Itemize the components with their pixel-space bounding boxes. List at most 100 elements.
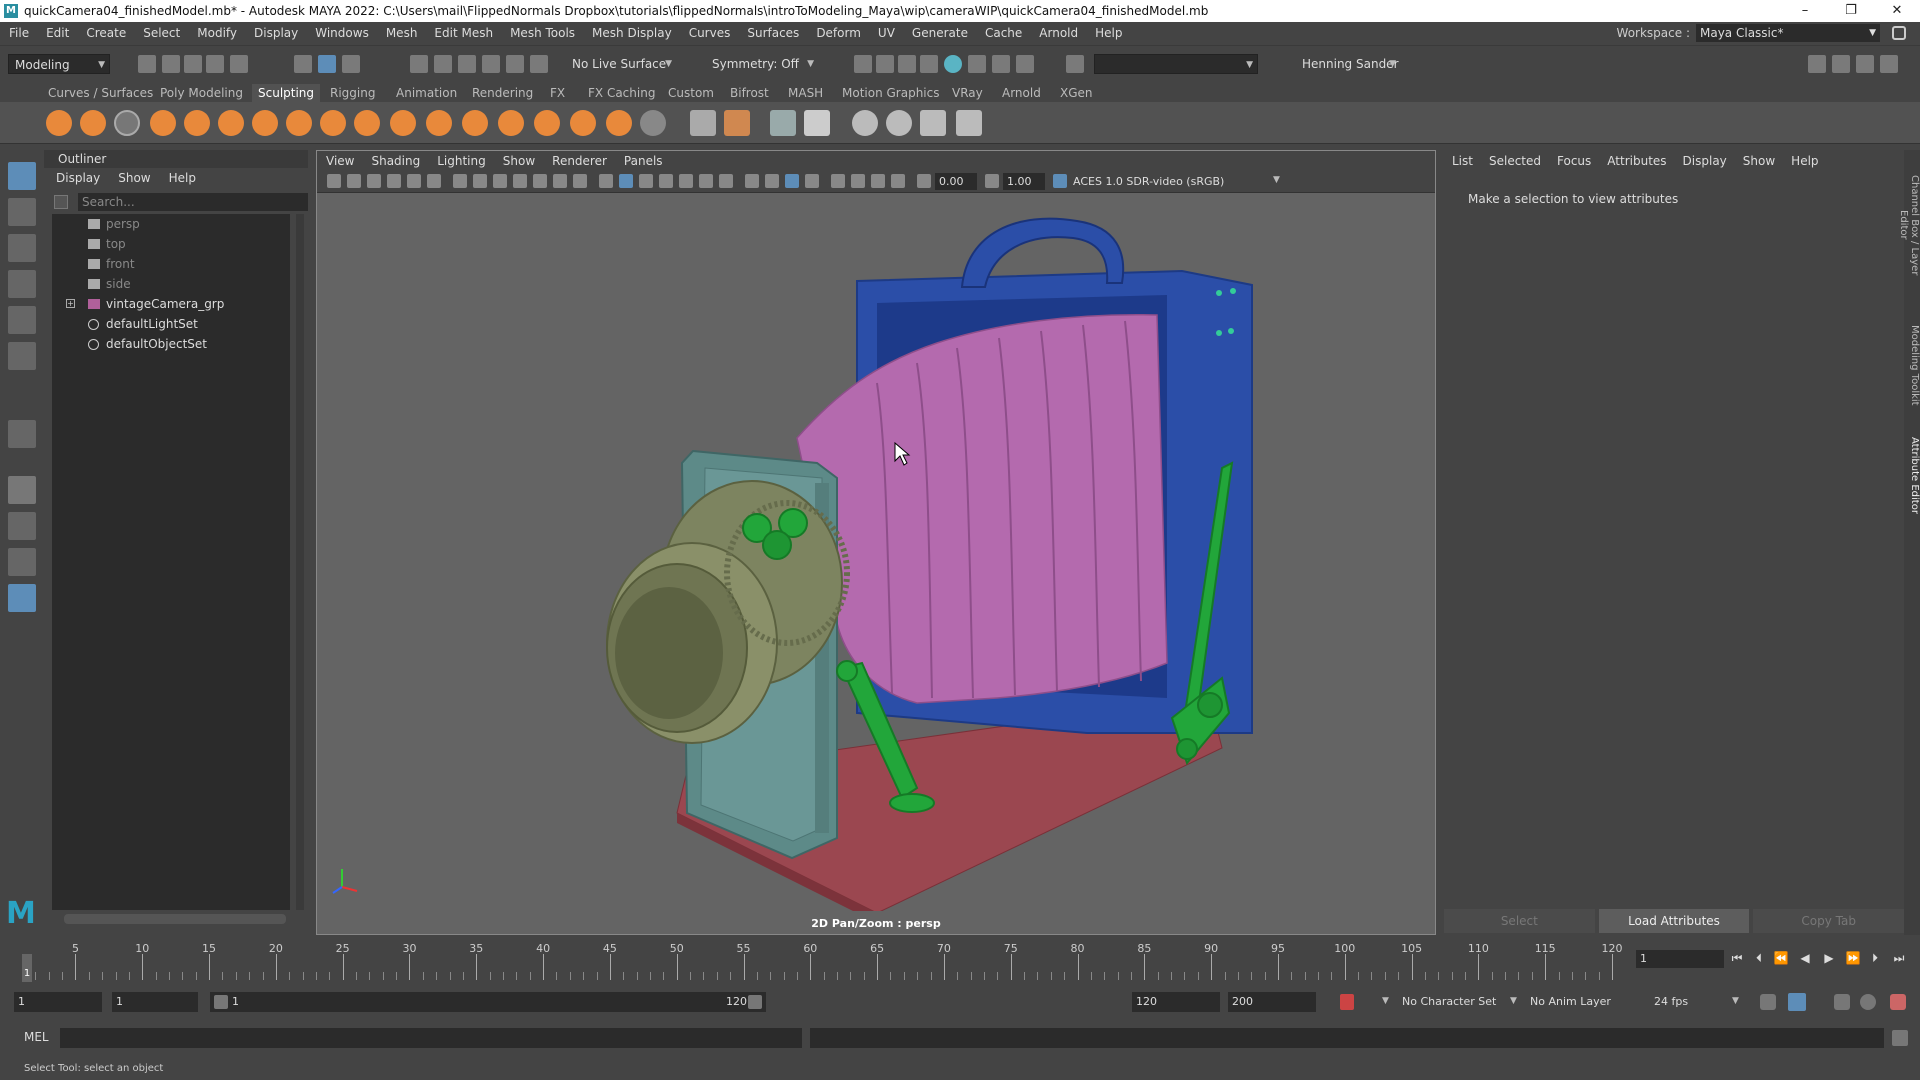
render-settings-icon[interactable] [920,55,938,73]
copy-tab-button[interactable]: Copy Tab [1753,909,1905,933]
outliner-menu-show[interactable]: Show [106,169,156,187]
menu-help[interactable]: Help [1086,26,1130,40]
exposure-field[interactable]: 0.00 [935,173,977,190]
outliner-search-input[interactable]: Search... [78,193,308,211]
viewport-menu-panels[interactable]: Panels [615,154,671,168]
render-current-frame-icon[interactable] [876,55,894,73]
current-time-indicator[interactable]: 1 [22,954,32,982]
range-slider[interactable]: 1 120 [210,992,766,1012]
menu-modify[interactable]: Modify [188,26,245,40]
menu-deform[interactable]: Deform [807,26,869,40]
shelf-tab-curves-surfaces[interactable]: Curves / Surfaces [48,84,153,102]
stamp-icon[interactable] [804,110,830,136]
step-back-frame-button[interactable]: ⏴ [1750,948,1768,968]
current-frame-field[interactable]: 1 [1636,950,1724,968]
bookmarks-icon[interactable] [367,174,381,188]
ipr-render-icon[interactable] [898,55,916,73]
command-input[interactable] [60,1028,802,1048]
close-button[interactable]: ✕ [1874,0,1920,22]
redo-icon[interactable] [230,55,248,73]
grease-pencil-icon[interactable] [407,174,421,188]
smooth-tool-icon[interactable] [80,110,106,136]
sound-icon[interactable] [1834,994,1850,1010]
character-set-chevron-icon[interactable]: ▼ [1382,996,1389,1006]
shadows-icon[interactable] [719,174,733,188]
outliner-horizontal-scrollbar[interactable] [64,914,286,924]
grab-tool-icon[interactable] [150,110,176,136]
menu-uv[interactable]: UV [869,26,903,40]
input-line-mode-icon[interactable] [1066,55,1084,73]
outliner-item[interactable]: side [52,274,290,294]
minimize-button[interactable]: – [1782,0,1828,22]
snap-live-icon[interactable] [506,55,524,73]
relax-tool-icon[interactable] [114,110,140,136]
snap-edge-icon[interactable] [530,55,548,73]
menu-display[interactable]: Display [245,26,306,40]
undo-icon[interactable] [206,55,224,73]
screen-space-ao-icon[interactable] [745,174,759,188]
menu-surfaces[interactable]: Surfaces [738,26,807,40]
toggle-channel-box-icon[interactable] [1880,55,1898,73]
save-scene-icon[interactable] [184,55,202,73]
outliner-item[interactable]: + vintageCamera_grp [52,294,290,314]
user-account-menu[interactable]: Henning Sander [1282,54,1400,74]
outliner-item[interactable]: top [52,234,290,254]
amplify-tool-icon[interactable] [606,110,632,136]
playback-start-field[interactable]: 1 [112,992,198,1012]
persp-outliner-layout-icon[interactable] [8,548,36,576]
flatten-tool-icon[interactable] [218,110,244,136]
menu-mesh[interactable]: Mesh [377,26,426,40]
outliner-menu-help[interactable]: Help [157,169,202,187]
image-plane-icon[interactable] [387,174,401,188]
shelf-tab-arnold[interactable]: Arnold [1002,84,1041,102]
shelf-tab-fx-caching[interactable]: FX Caching [588,84,655,102]
imprint-tool-icon[interactable] [354,110,380,136]
ae-menu-help[interactable]: Help [1783,152,1826,170]
outliner-item[interactable]: front [52,254,290,274]
perspective-viewport[interactable]: View Shading Lighting Show Renderer Panels 0.… [316,150,1436,935]
knife-tool-icon[interactable] [498,110,524,136]
menu-arnold[interactable]: Arnold [1030,26,1086,40]
anim-layer-chevron-icon[interactable]: ▼ [1510,996,1517,1006]
wax-tool-icon[interactable] [390,110,416,136]
select-tool-icon[interactable] [8,162,36,190]
go-to-start-button[interactable]: ⏮ [1728,948,1746,968]
play-backwards-button[interactable]: ◀ [1796,948,1814,968]
step-forward-frame-button[interactable]: ⏵ [1866,948,1884,968]
hypershade-icon[interactable] [944,55,962,73]
four-view-layout-icon[interactable] [8,512,36,540]
symmetry-dropdown[interactable]: Symmetry: Off [706,54,818,74]
expand-icon[interactable]: + [66,299,75,308]
pose-space-icon[interactable] [956,110,982,136]
go-to-end-button[interactable]: ⏭ [1890,948,1908,968]
script-editor-icon[interactable] [1892,1030,1908,1046]
shelf-tab-animation[interactable]: Animation [396,84,457,102]
time-ruler[interactable]: 5 10 15 20 25 30 35 40 45 50 55 60 65 70 75 80 85 90 95 100… [22,940,1623,982]
select-hierarchy-icon[interactable] [294,55,312,73]
spray-tool-icon[interactable] [286,110,312,136]
paint-select-tool-icon[interactable] [8,234,36,262]
lock-icon[interactable] [1892,26,1906,40]
sculpt-tool-icon[interactable] [46,110,72,136]
select-camera-icon[interactable] [327,174,341,188]
resolution-gate-icon[interactable] [493,174,507,188]
snap-curve-icon[interactable] [434,55,452,73]
shelf-tab-poly-modeling[interactable]: Poly Modeling [160,84,243,102]
render-setup-icon[interactable] [968,55,986,73]
menu-curves[interactable]: Curves [680,26,739,40]
lasso-tool-icon[interactable] [8,198,36,226]
chevron-down-icon[interactable]: ▼ [1273,175,1280,185]
pause-viewport-icon[interactable] [1016,55,1034,73]
animation-start-field[interactable]: 1 [14,992,102,1012]
select-button[interactable]: Select [1444,909,1595,933]
snap-view-plane-icon[interactable] [482,55,500,73]
command-language-label[interactable]: MEL [24,1030,49,1044]
default-material-icon[interactable] [639,174,653,188]
gamma-field[interactable]: 1.00 [1003,173,1045,190]
character-set-dropdown[interactable]: No Character Set [1398,992,1508,1012]
playback-end-field[interactable]: 120 [1132,992,1220,1012]
auto-key-icon[interactable] [1340,994,1354,1010]
gate-mask-icon[interactable] [513,174,527,188]
filter-icon[interactable] [54,195,68,209]
motion-blur-icon[interactable] [765,174,779,188]
